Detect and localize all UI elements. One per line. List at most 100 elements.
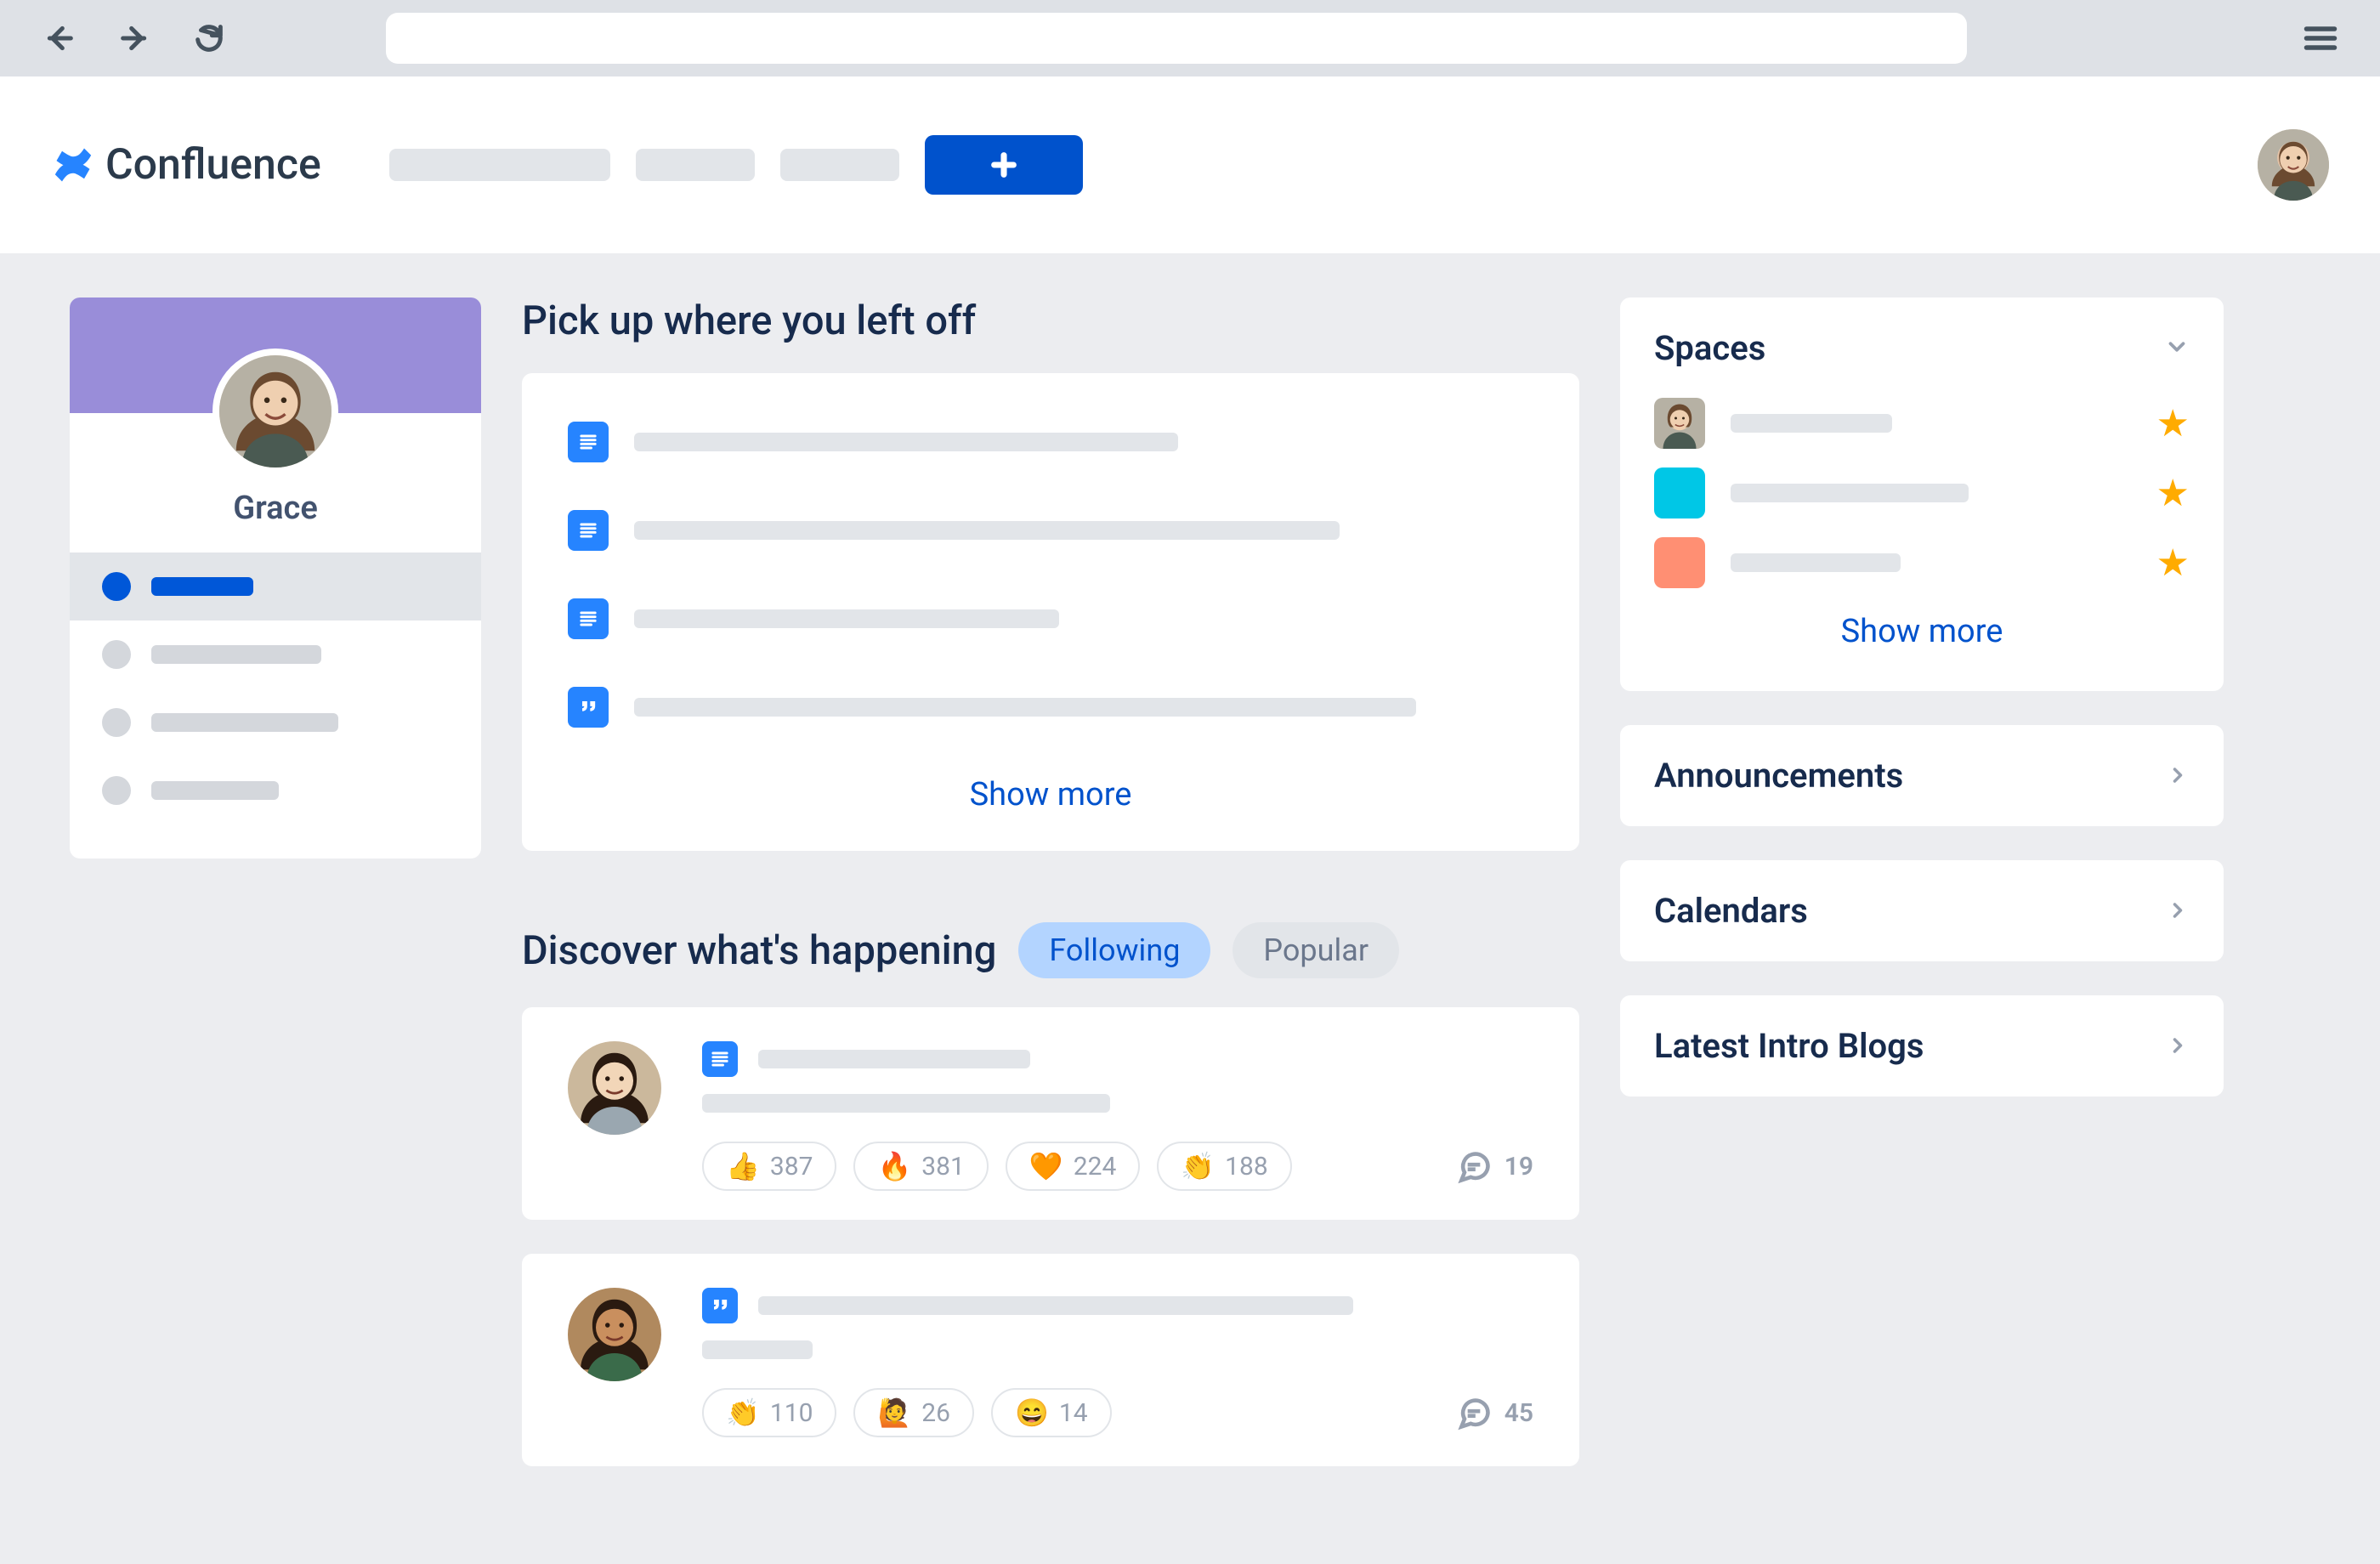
browser-back-button[interactable] (34, 13, 85, 64)
comments-count[interactable]: 19 (1455, 1148, 1533, 1185)
collapsible-panel[interactable]: Calendars (1620, 860, 2224, 961)
panel-title: Calendars (1654, 891, 1808, 931)
reaction-emoji: 👍 (726, 1150, 760, 1182)
space-name-placeholder (1731, 414, 1892, 433)
avatar-image (568, 1288, 661, 1381)
reaction-emoji: 🙋 (877, 1397, 911, 1429)
reaction-emoji: 🧡 (1029, 1150, 1063, 1182)
reaction-pill[interactable]: 🧡 224 (1006, 1142, 1140, 1191)
page-icon (568, 510, 609, 551)
space-avatar-icon (1654, 398, 1705, 449)
chevron-down-icon[interactable] (2164, 328, 2190, 368)
center-column: Pick up where you left off Show more Dis… (522, 298, 1579, 1500)
reload-icon (192, 21, 226, 55)
arrow-left-icon (42, 21, 76, 55)
chevron-right-icon (2166, 1026, 2190, 1066)
collapsible-panel[interactable]: Latest Intro Blogs (1620, 995, 2224, 1096)
feed-author-avatar[interactable] (568, 1041, 661, 1135)
profile-avatar-button[interactable] (2258, 129, 2329, 201)
doc-title-placeholder (634, 609, 1059, 628)
feed-card[interactable]: 👍 387 🔥 381 🧡 224 👏 188 19 (522, 1007, 1579, 1220)
doc-title-placeholder (634, 433, 1178, 451)
reaction-emoji: 👏 (1181, 1150, 1215, 1182)
space-row[interactable]: ★ (1654, 388, 2190, 458)
space-color-icon (1654, 537, 1705, 588)
nav-dot-icon (102, 708, 131, 737)
recent-doc-row[interactable] (568, 504, 1533, 557)
topnav-item[interactable] (636, 149, 755, 181)
collapsible-panel[interactable]: Announcements (1620, 725, 2224, 826)
avatar-image (568, 1041, 661, 1135)
feed-author-avatar[interactable] (568, 1288, 661, 1381)
page-icon (702, 1041, 738, 1077)
nav-label-placeholder (151, 781, 279, 800)
discover-title: Discover what's happening (522, 927, 996, 974)
feed-subtitle-placeholder (702, 1094, 1110, 1113)
app-logo[interactable]: Confluence (51, 140, 321, 190)
arrow-right-icon (117, 21, 151, 55)
sidebar-nav-item[interactable] (70, 552, 481, 620)
profile-banner (70, 298, 481, 413)
recent-doc-row[interactable] (568, 681, 1533, 734)
nav-label-placeholder (151, 645, 321, 664)
feed-title-placeholder (758, 1296, 1353, 1315)
nav-dot-icon (102, 572, 131, 601)
quote-icon (702, 1288, 738, 1323)
tab-following[interactable]: Following (1018, 922, 1210, 978)
sidebar-nav-item[interactable] (70, 688, 481, 756)
reaction-count: 387 (770, 1152, 813, 1182)
pickup-show-more[interactable]: Show more (568, 769, 1533, 824)
recent-doc-row[interactable] (568, 592, 1533, 645)
reaction-pill[interactable]: 🔥 381 (853, 1142, 988, 1191)
feed-title-placeholder (758, 1050, 1030, 1068)
browser-menu-button[interactable] (2295, 13, 2346, 64)
nav-dot-icon (102, 776, 131, 805)
spaces-panel: Spaces ★ ★ ★ Show more (1620, 298, 2224, 691)
feed-subtitle-placeholder (702, 1340, 813, 1359)
space-row[interactable]: ★ (1654, 528, 2190, 598)
star-icon[interactable]: ★ (2156, 401, 2190, 445)
reaction-pill[interactable]: 🙋 26 (853, 1388, 974, 1437)
topnav-item[interactable] (780, 149, 899, 181)
panel-title: Latest Intro Blogs (1654, 1026, 1924, 1066)
topnav-item[interactable] (389, 149, 610, 181)
create-button[interactable] (925, 135, 1083, 195)
profile-avatar[interactable] (212, 348, 338, 474)
spaces-title: Spaces (1654, 328, 1765, 368)
reaction-pill[interactable]: 😄 14 (991, 1388, 1112, 1437)
star-icon[interactable]: ★ (2156, 541, 2190, 585)
reaction-emoji: 👏 (726, 1397, 760, 1429)
space-row[interactable]: ★ (1654, 458, 2190, 528)
feed-body: 👏 110 🙋 26 😄 14 45 (702, 1288, 1533, 1437)
reaction-pill[interactable]: 👍 387 (702, 1142, 836, 1191)
reaction-emoji: 😄 (1015, 1397, 1049, 1429)
feed-card[interactable]: 👏 110 🙋 26 😄 14 45 (522, 1254, 1579, 1466)
page-icon (568, 598, 609, 639)
spaces-show-more[interactable]: Show more (1654, 598, 2190, 660)
reaction-count: 188 (1225, 1152, 1268, 1182)
star-icon[interactable]: ★ (2156, 471, 2190, 515)
chevron-right-icon (2166, 756, 2190, 796)
comments-count[interactable]: 45 (1455, 1394, 1533, 1431)
browser-forward-button[interactable] (109, 13, 160, 64)
pickup-title: Pick up where you left off (522, 298, 1579, 344)
nav-label-placeholder (151, 577, 253, 596)
confluence-logo-icon (51, 143, 95, 187)
feed-body: 👍 387 🔥 381 🧡 224 👏 188 19 (702, 1041, 1533, 1191)
nav-dot-icon (102, 640, 131, 669)
browser-url-bar[interactable] (386, 13, 1967, 64)
recent-doc-row[interactable] (568, 416, 1533, 468)
sidebar-nav-item[interactable] (70, 756, 481, 824)
app-name: Confluence (105, 140, 321, 190)
page-icon (568, 422, 609, 462)
tab-popular[interactable]: Popular (1232, 922, 1399, 978)
reaction-pill[interactable]: 👏 188 (1157, 1142, 1291, 1191)
sidebar-nav-item[interactable] (70, 620, 481, 688)
hamburger-icon (2302, 20, 2339, 57)
reaction-count: 381 (921, 1152, 965, 1182)
chevron-right-icon (2166, 891, 2190, 931)
reaction-pill[interactable]: 👏 110 (702, 1388, 836, 1437)
browser-reload-button[interactable] (184, 13, 235, 64)
doc-title-placeholder (634, 521, 1340, 540)
reaction-count: 224 (1074, 1152, 1117, 1182)
